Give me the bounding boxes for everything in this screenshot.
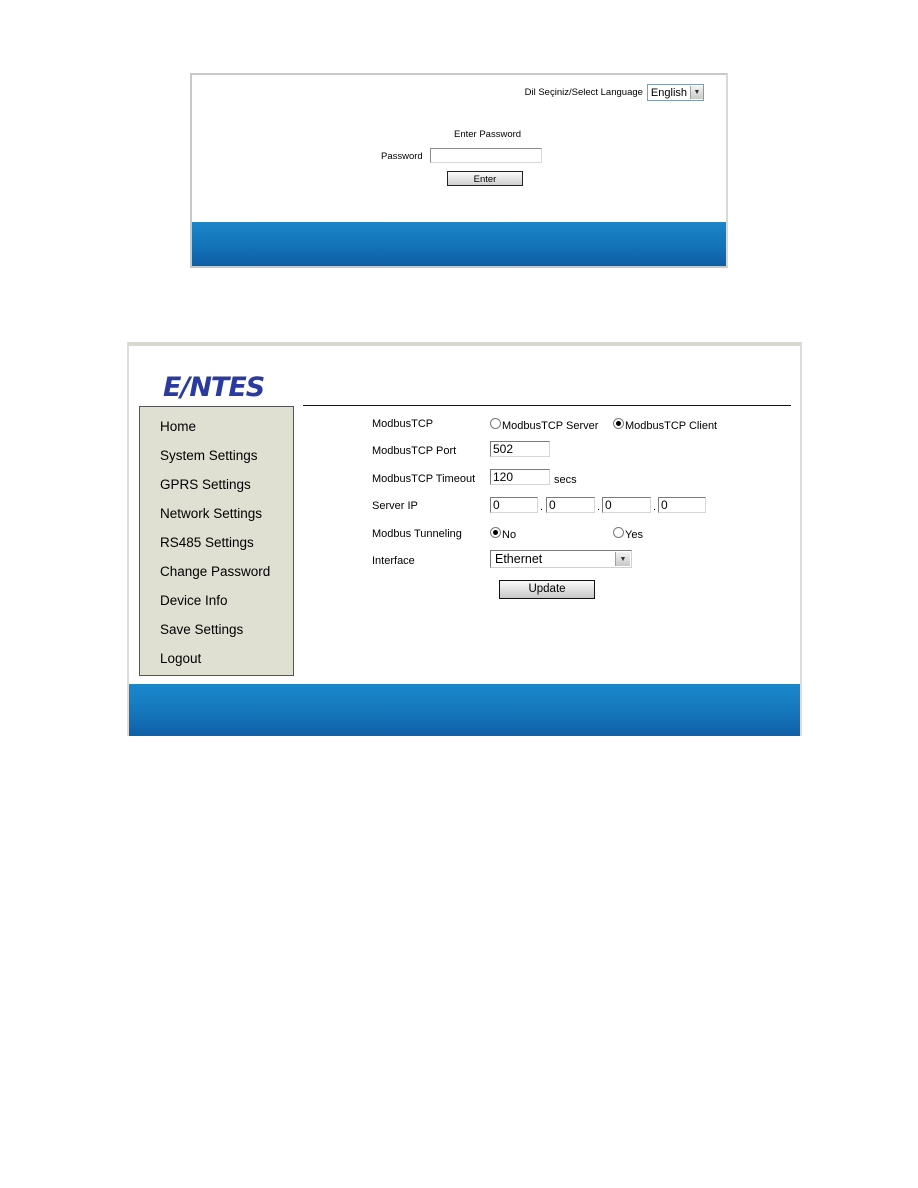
language-select[interactable]: English ▼ <box>646 84 704 101</box>
sidebar-item-rs485-settings[interactable]: RS485 Settings <box>160 535 254 550</box>
timeout-label: ModbusTCP Timeout <box>372 473 476 485</box>
mode-client-label: ModbusTCP Client <box>625 420 718 432</box>
entes-logo: E/NTES <box>163 372 265 403</box>
logo-part: NTES <box>189 372 265 403</box>
language-select-value: English <box>650 86 687 99</box>
sidebar-item-device-info[interactable]: Device Info <box>160 593 228 608</box>
chevron-down-icon[interactable]: ▼ <box>690 86 703 99</box>
modbustcp-label: ModbusTCP <box>372 418 434 430</box>
port-label: ModbusTCP Port <box>372 445 457 457</box>
update-button[interactable]: Update <box>499 580 595 599</box>
timeout-unit: secs <box>554 474 577 486</box>
mode-client-radio[interactable] <box>613 418 624 429</box>
tunneling-yes-radio[interactable] <box>613 527 624 538</box>
sidebar-menu: Home System Settings GPRS Settings Netwo… <box>139 406 294 676</box>
logo-part: E <box>163 372 181 403</box>
tunneling-no-radio[interactable] <box>490 527 501 538</box>
ip-separator: . <box>597 501 601 513</box>
sidebar-item-logout[interactable]: Logout <box>160 651 201 666</box>
tunneling-no-label: No <box>502 529 517 541</box>
chevron-down-icon[interactable]: ▼ <box>615 552 630 566</box>
login-footer-band <box>192 222 726 266</box>
login-panel: Dil Seçiniz/Select Language English ▼ En… <box>190 73 728 268</box>
timeout-input[interactable]: 120 <box>490 469 550 485</box>
port-input[interactable]: 502 <box>490 441 550 457</box>
sidebar-item-network-settings[interactable]: Network Settings <box>160 506 262 521</box>
tunneling-no-option[interactable]: No <box>490 526 516 541</box>
settings-panel: E/NTES Home System Settings GPRS Setting… <box>127 342 802 736</box>
language-label: Dil Seçiniz/Select Language <box>524 87 643 98</box>
password-label: Password <box>381 151 423 162</box>
mode-server-option[interactable]: ModbusTCP Server <box>490 417 598 432</box>
login-title: Enter Password <box>454 129 522 140</box>
interface-select-value: Ethernet <box>495 552 543 566</box>
sidebar-item-home[interactable]: Home <box>160 419 196 434</box>
sidebar-item-change-password[interactable]: Change Password <box>160 564 270 579</box>
interface-select[interactable]: Ethernet ▼ <box>490 550 632 568</box>
server-ip-octet-4[interactable]: 0 <box>658 497 706 513</box>
mode-server-radio[interactable] <box>490 418 501 429</box>
tunneling-yes-option[interactable]: Yes <box>613 526 643 541</box>
sidebar-item-gprs-settings[interactable]: GPRS Settings <box>160 477 251 492</box>
logo-slash: / <box>180 372 190 403</box>
interface-label: Interface <box>372 555 415 567</box>
sidebar-item-system-settings[interactable]: System Settings <box>160 448 258 463</box>
tunneling-yes-label: Yes <box>625 529 643 541</box>
language-row: Dil Seçiniz/Select Language English ▼ <box>525 84 704 101</box>
server-ip-octet-1[interactable]: 0 <box>490 497 538 513</box>
header-divider <box>303 405 791 406</box>
sidebar-item-save-settings[interactable]: Save Settings <box>160 622 243 637</box>
ip-separator: . <box>653 501 657 513</box>
server-ip-label: Server IP <box>372 500 418 512</box>
server-ip-octet-2[interactable]: 0 <box>546 497 595 513</box>
tunneling-label: Modbus Tunneling <box>372 528 462 540</box>
server-ip-octet-3[interactable]: 0 <box>602 497 651 513</box>
password-input[interactable] <box>430 148 542 163</box>
mode-server-label: ModbusTCP Server <box>502 420 599 432</box>
ip-separator: . <box>540 501 544 513</box>
settings-footer-band <box>129 684 800 736</box>
mode-client-option[interactable]: ModbusTCP Client <box>613 417 717 432</box>
enter-button[interactable]: Enter <box>447 171 523 186</box>
